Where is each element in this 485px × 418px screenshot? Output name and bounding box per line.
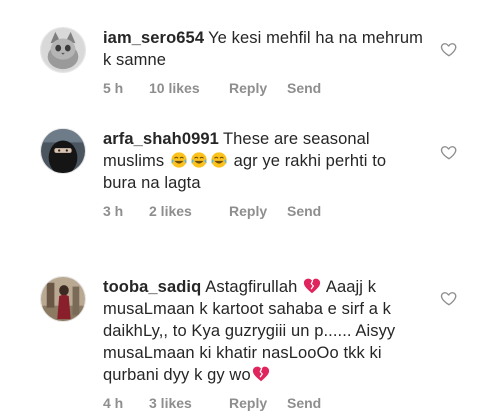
comment-likes[interactable]: 3 likes: [149, 395, 229, 411]
comment-text: arfa_shah0991 These are seasonal muslims …: [103, 128, 423, 194]
comment-username[interactable]: tooba_sadiq: [103, 278, 201, 296]
comment-body-start: Astagfirullah: [205, 278, 303, 296]
comment-time: 3 h: [103, 203, 124, 219]
heart-outline-icon[interactable]: [440, 143, 458, 161]
broken-heart-icon: [303, 277, 321, 295]
reply-button[interactable]: Reply: [229, 203, 287, 219]
face-with-tears-of-joy-icon: [170, 151, 188, 169]
reply-button[interactable]: Reply: [229, 395, 287, 411]
face-with-tears-of-joy-icon: [190, 151, 208, 169]
comment-username[interactable]: arfa_shah0991: [103, 130, 219, 148]
comment-time: 5 h: [103, 80, 124, 96]
niqab-avatar-icon[interactable]: [40, 128, 86, 174]
comment-likes[interactable]: 2 likes: [149, 203, 229, 219]
comment-meta: 4 h 3 likes Reply Send: [103, 395, 423, 411]
comment-meta: 3 h 2 likes Reply Send: [103, 203, 423, 219]
figure-avatar-icon[interactable]: [40, 276, 86, 322]
cat-avatar-icon[interactable]: [40, 27, 86, 73]
heart-outline-icon[interactable]: [440, 40, 458, 58]
reply-button[interactable]: Reply: [229, 80, 287, 96]
send-button[interactable]: Send: [287, 203, 321, 219]
comment-time: 4 h: [103, 395, 124, 411]
send-button[interactable]: Send: [287, 80, 321, 96]
comment-meta: 5 h 10 likes Reply Send: [103, 80, 423, 96]
comment-text: tooba_sadiq Astagfirullah Aaajj k musaLma…: [103, 276, 423, 386]
heart-outline-icon[interactable]: [440, 289, 458, 307]
face-with-tears-of-joy-icon: [210, 151, 228, 169]
comment-likes[interactable]: 10 likes: [149, 80, 229, 96]
broken-heart-icon: [252, 365, 270, 383]
comment-text: iam_sero654 Ye kesi mehfil ha na mehrum k…: [103, 27, 423, 71]
send-button[interactable]: Send: [287, 395, 321, 411]
comment-username[interactable]: iam_sero654: [103, 29, 204, 47]
